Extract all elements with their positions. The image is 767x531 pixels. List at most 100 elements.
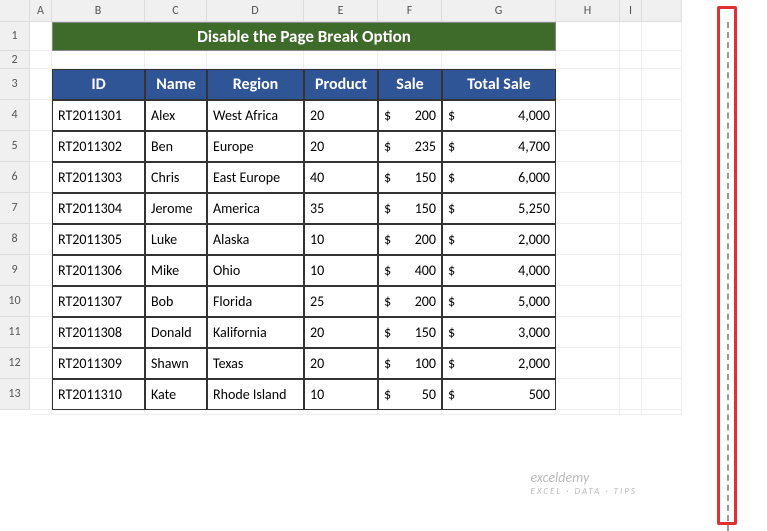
cell[interactable]: [52, 51, 145, 69]
cell-name[interactable]: Shawn: [145, 348, 207, 379]
cell-total[interactable]: $2,000: [442, 348, 556, 379]
cell-id[interactable]: RT2011306: [52, 255, 145, 286]
cell-product[interactable]: 10: [304, 224, 378, 255]
cell[interactable]: [556, 51, 620, 69]
cell-product[interactable]: 20: [304, 348, 378, 379]
col-header-E[interactable]: E: [304, 0, 378, 22]
cell[interactable]: [442, 410, 556, 415]
cell-sale[interactable]: $200: [378, 286, 442, 317]
cell-id[interactable]: RT2011304: [52, 193, 145, 224]
col-header-B[interactable]: B: [52, 0, 145, 22]
cell-product[interactable]: 20: [304, 100, 378, 131]
cell-region[interactable]: Texas: [207, 348, 304, 379]
cell-id[interactable]: RT2011307: [52, 286, 145, 317]
cell[interactable]: [145, 51, 207, 69]
cell-region[interactable]: America: [207, 193, 304, 224]
cell-product[interactable]: 35: [304, 193, 378, 224]
cell-product[interactable]: 20: [304, 131, 378, 162]
cell-product[interactable]: 40: [304, 162, 378, 193]
cell-region[interactable]: Ohio: [207, 255, 304, 286]
cell-name[interactable]: Bob: [145, 286, 207, 317]
cell[interactable]: [30, 286, 52, 317]
row-header-8[interactable]: 8: [0, 224, 30, 255]
cell-total[interactable]: $5,000: [442, 286, 556, 317]
cell[interactable]: [620, 410, 642, 415]
cell[interactable]: [556, 69, 620, 100]
cell[interactable]: [642, 193, 682, 224]
row-header-2[interactable]: 2: [0, 51, 30, 69]
col-header-G[interactable]: G: [442, 0, 556, 22]
cell[interactable]: [556, 410, 620, 415]
cell-region[interactable]: Alaska: [207, 224, 304, 255]
cell-id[interactable]: RT2011301: [52, 100, 145, 131]
cell-sale[interactable]: $150: [378, 193, 442, 224]
cell[interactable]: [556, 100, 620, 131]
cell-region[interactable]: Rhode Island: [207, 379, 304, 410]
cell[interactable]: [442, 51, 556, 69]
col-header-H[interactable]: H: [556, 0, 620, 22]
select-all-corner[interactable]: [0, 0, 30, 22]
cell[interactable]: [30, 69, 52, 100]
cell-id[interactable]: RT2011303: [52, 162, 145, 193]
cell[interactable]: [30, 348, 52, 379]
cell-name[interactable]: Jerome: [145, 193, 207, 224]
cell-region[interactable]: Kalifornia: [207, 317, 304, 348]
row-header-5[interactable]: 5: [0, 131, 30, 162]
cell-product[interactable]: 10: [304, 255, 378, 286]
cell[interactable]: [620, 51, 642, 69]
cell-sale[interactable]: $50: [378, 379, 442, 410]
cell-id[interactable]: RT2011308: [52, 317, 145, 348]
cell[interactable]: [620, 22, 642, 51]
cell-total[interactable]: $3,000: [442, 317, 556, 348]
cell-id[interactable]: RT2011309: [52, 348, 145, 379]
row-header-10[interactable]: 10: [0, 286, 30, 317]
col-header-D[interactable]: D: [207, 0, 304, 22]
cell[interactable]: [30, 51, 52, 69]
cell[interactable]: [642, 100, 682, 131]
cell-total[interactable]: $5,250: [442, 193, 556, 224]
cell[interactable]: [620, 224, 642, 255]
cell[interactable]: [620, 100, 642, 131]
cell[interactable]: [207, 410, 304, 415]
cell-region[interactable]: Florida: [207, 286, 304, 317]
cell[interactable]: [556, 22, 620, 51]
cell[interactable]: [620, 286, 642, 317]
cell[interactable]: [620, 255, 642, 286]
cell[interactable]: [30, 100, 52, 131]
cell-name[interactable]: Luke: [145, 224, 207, 255]
cell[interactable]: [556, 162, 620, 193]
cell[interactable]: [642, 69, 682, 100]
cell[interactable]: [145, 410, 207, 415]
cell-region[interactable]: West Africa: [207, 100, 304, 131]
cell[interactable]: [642, 51, 682, 69]
col-header-C[interactable]: C: [145, 0, 207, 22]
cell[interactable]: [642, 255, 682, 286]
row-header-13[interactable]: 13: [0, 379, 30, 410]
col-header-blank[interactable]: [642, 0, 682, 22]
cell-name[interactable]: Ben: [145, 131, 207, 162]
cell-name[interactable]: Chris: [145, 162, 207, 193]
cell[interactable]: [642, 22, 682, 51]
cell-total[interactable]: $2,000: [442, 224, 556, 255]
cell-id[interactable]: RT2011305: [52, 224, 145, 255]
row-header-11[interactable]: 11: [0, 317, 30, 348]
cell[interactable]: [30, 410, 52, 415]
cell[interactable]: [556, 255, 620, 286]
cell[interactable]: [378, 51, 442, 69]
cell-sale[interactable]: $150: [378, 162, 442, 193]
cell[interactable]: [30, 317, 52, 348]
col-header-A[interactable]: A: [30, 0, 52, 22]
cell-total[interactable]: $6,000: [442, 162, 556, 193]
cell-product[interactable]: 20: [304, 317, 378, 348]
cell[interactable]: [207, 51, 304, 69]
cell-region[interactable]: Europe: [207, 131, 304, 162]
row-header-3[interactable]: 3: [0, 69, 30, 100]
cell[interactable]: [52, 410, 145, 415]
cell[interactable]: [642, 131, 682, 162]
cell-total[interactable]: $4,700: [442, 131, 556, 162]
cell[interactable]: [642, 162, 682, 193]
cell[interactable]: [30, 255, 52, 286]
cell-id[interactable]: RT2011310: [52, 379, 145, 410]
cell[interactable]: [556, 224, 620, 255]
cell-sale[interactable]: $400: [378, 255, 442, 286]
